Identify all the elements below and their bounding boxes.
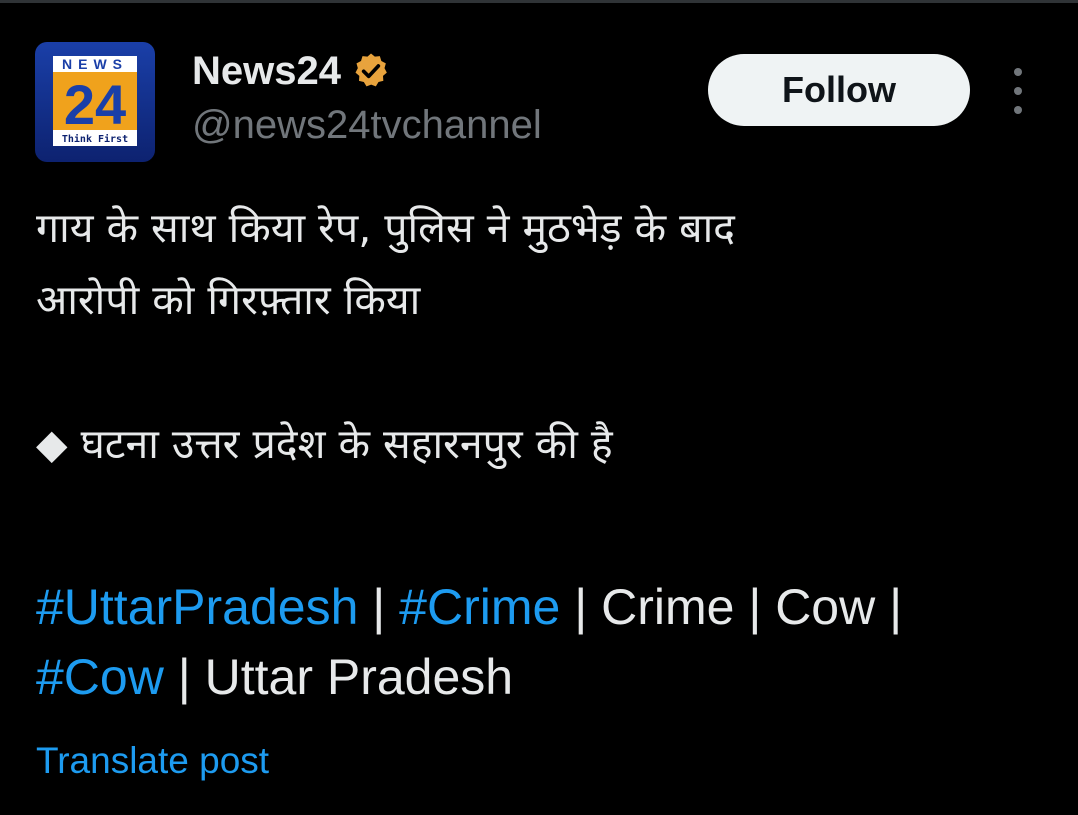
dot bbox=[1014, 87, 1022, 95]
top-divider bbox=[0, 0, 1078, 3]
tag-separator: | bbox=[875, 579, 903, 635]
dot bbox=[1014, 68, 1022, 76]
post-bullet-line: ◆ घटना उत्तर प्रदेश के सहारनपुर की है bbox=[36, 408, 1046, 480]
tag-separator: | bbox=[358, 579, 400, 635]
post-bullet-text: घटना उत्तर प्रदेश के सहारनपुर की है bbox=[80, 420, 613, 468]
post-line-2: आरोपी को गिरफ़्तार किया bbox=[36, 276, 421, 324]
tag-text: Uttar Pradesh bbox=[204, 649, 514, 705]
translate-post-link[interactable]: Translate post bbox=[36, 738, 269, 784]
tag-text: Cow bbox=[775, 579, 876, 635]
hashtag-link[interactable]: #Crime bbox=[399, 579, 560, 635]
post-text: गाय के साथ किया रेप, पुलिस ने मुठभेड़ के… bbox=[36, 192, 1046, 480]
avatar-top-text: NEWS bbox=[62, 56, 128, 72]
verified-badge-icon bbox=[351, 51, 391, 91]
tag-separator: | bbox=[163, 649, 205, 705]
tags-line-2: #Cow | Uttar Pradesh bbox=[36, 642, 1046, 712]
hashtag-link[interactable]: #Cow bbox=[36, 649, 164, 705]
tag-separator: | bbox=[560, 579, 602, 635]
avatar[interactable]: NEWS 24 Think First bbox=[35, 42, 155, 162]
diamond-bullet-icon: ◆ bbox=[36, 420, 68, 468]
display-name[interactable]: News24 bbox=[192, 46, 341, 96]
hashtag-link[interactable]: #UttarPradesh bbox=[36, 579, 358, 635]
news24-logo-icon: NEWS 24 Think First bbox=[35, 42, 155, 162]
post-line-1: गाय के साथ किया रेप, पुलिस ने मुठभेड़ के… bbox=[36, 204, 735, 252]
account-handle[interactable]: @news24tvchannel bbox=[192, 100, 542, 150]
follow-button[interactable]: Follow bbox=[708, 54, 970, 126]
post-tags: #UttarPradesh | #Crime | Crime | Cow | #… bbox=[36, 572, 1046, 712]
avatar-tagline: Think First bbox=[62, 133, 128, 145]
avatar-number: 24 bbox=[64, 73, 126, 136]
tags-line-1: #UttarPradesh | #Crime | Crime | Cow | bbox=[36, 572, 1046, 642]
more-options-icon[interactable] bbox=[1002, 68, 1034, 114]
account-name-row: News24 bbox=[192, 46, 391, 96]
tag-separator: | bbox=[734, 579, 776, 635]
dot bbox=[1014, 106, 1022, 114]
tag-text: Crime bbox=[601, 579, 735, 635]
